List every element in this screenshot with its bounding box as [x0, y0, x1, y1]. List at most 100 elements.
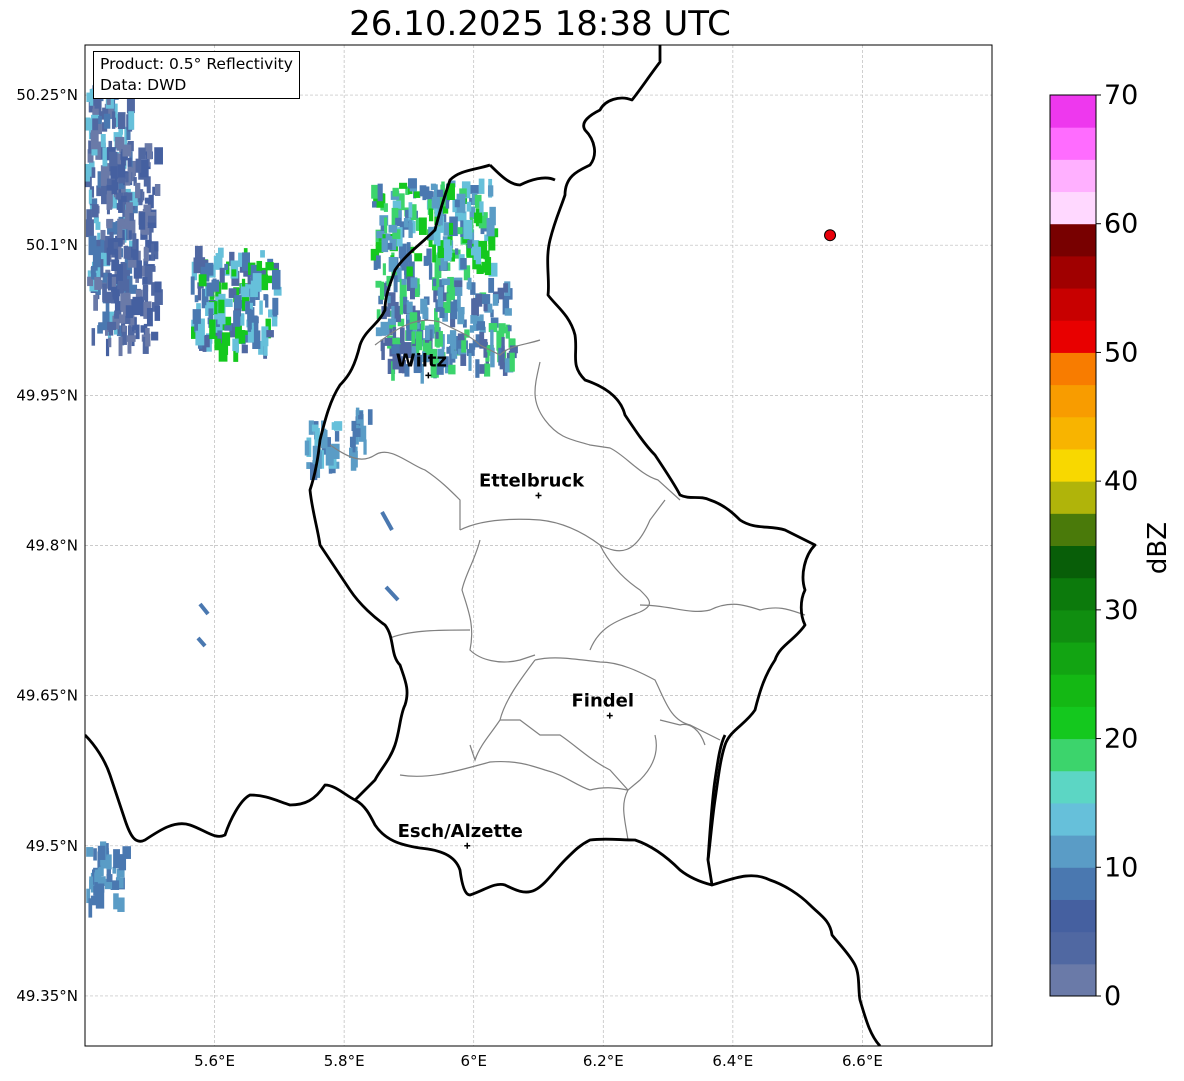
echo-cell — [121, 195, 127, 202]
echo-cell — [375, 327, 382, 337]
echo-cell — [479, 364, 485, 374]
echo-cell — [392, 337, 401, 345]
echo-cell — [86, 847, 94, 857]
echo-cell — [106, 194, 113, 210]
echo-cell — [116, 264, 123, 281]
echo-cell — [412, 221, 416, 234]
echo-cell — [203, 334, 210, 348]
echo-cell — [237, 260, 243, 267]
echo-cell — [86, 209, 92, 223]
echo-cell — [443, 239, 451, 248]
echo-cell — [331, 422, 340, 430]
echo-cell — [91, 328, 96, 346]
echo-cell — [93, 98, 102, 106]
echo-cell — [350, 452, 357, 471]
echo-cell — [154, 183, 161, 196]
echo-cell — [399, 182, 408, 189]
colorbar-segment — [1050, 674, 1096, 707]
lat-tick-label: 50.1°N — [26, 236, 78, 254]
colorbar-tick-label: 20 — [1104, 724, 1138, 755]
echo-cell — [123, 279, 130, 291]
echo-cell — [195, 330, 205, 346]
colorbar-segment — [1050, 223, 1096, 257]
echo-cell — [98, 123, 102, 135]
echo-cell — [118, 177, 125, 184]
radar-site-marker[interactable] — [824, 229, 837, 242]
echo-cell — [88, 189, 92, 204]
echo-cell — [349, 436, 356, 448]
colorbar-tick-label: 10 — [1104, 852, 1138, 883]
echo-cell — [499, 354, 505, 370]
echo-cell — [102, 147, 108, 167]
echo-cell — [393, 275, 398, 293]
echo-cell — [260, 274, 269, 291]
echo-cell — [234, 295, 242, 309]
echo-cell — [387, 318, 396, 325]
colorbar-tick-label: 30 — [1104, 595, 1138, 626]
echo-cell — [116, 203, 121, 210]
echo-cell — [441, 278, 450, 286]
echo-cell — [107, 292, 113, 299]
echo-cell — [475, 246, 482, 265]
echo-cell — [100, 134, 106, 148]
echo-cell — [399, 327, 405, 344]
echo-cell — [472, 297, 479, 316]
colorbar-segment — [1050, 770, 1096, 804]
lon-tick-label: 5.6°E — [194, 1052, 235, 1070]
echo-cell — [193, 257, 201, 274]
echo-cell — [425, 186, 430, 200]
echo-cell — [119, 314, 126, 324]
echo-cell — [263, 294, 268, 301]
echo-cell — [205, 305, 209, 317]
colorbar-tick-label: 60 — [1104, 209, 1138, 240]
echo-cell — [197, 284, 202, 301]
echo-cell — [419, 217, 427, 235]
echo-cell — [271, 316, 278, 327]
echo-cell — [94, 216, 99, 224]
colorbar-segment — [1050, 255, 1096, 289]
echo-cell — [151, 243, 155, 261]
echo-cell — [432, 244, 436, 263]
echo-cell — [102, 860, 108, 868]
echo-cell — [132, 233, 137, 250]
colorbar-segment — [1050, 191, 1096, 225]
echo-cell — [443, 245, 452, 262]
echo-cell — [128, 111, 135, 130]
echo-cell — [151, 331, 159, 341]
echo-cell — [387, 242, 393, 250]
colorbar-segment — [1050, 867, 1096, 900]
echo-cell — [334, 431, 340, 442]
lat-tick-label: 50.25°N — [16, 86, 78, 104]
echo-cell — [487, 185, 494, 197]
echo-cell — [93, 294, 98, 311]
echo-cell — [470, 185, 479, 194]
precipitation-echoes — [85, 85, 518, 918]
radar-map[interactable]: Wiltz Ettelbruck Findel Esch/Alzette 5.6°E 5… — [0, 0, 1184, 1081]
echo-cell — [97, 325, 103, 334]
echo-cell — [351, 420, 357, 431]
echo-cell — [231, 269, 237, 277]
lat-tick-label: 49.5°N — [26, 837, 78, 855]
lat-tick-label: 49.95°N — [16, 386, 78, 404]
echo-cell — [97, 845, 106, 860]
echo-cell — [206, 282, 214, 297]
echo-cell — [120, 219, 125, 226]
lon-tick-label: 6.6°E — [842, 1052, 883, 1070]
echo-cell — [108, 337, 112, 348]
colorbar-segment — [1050, 416, 1096, 450]
colorbar: 0 10 20 30 40 50 60 70 — [1049, 80, 1138, 1012]
echo-cell — [122, 325, 126, 332]
echo-cell — [377, 183, 383, 202]
echo-cell — [96, 883, 105, 893]
echo-cell — [376, 255, 381, 269]
echo-cell — [91, 204, 99, 218]
echo-cell — [475, 359, 480, 378]
colorbar-tick-label: 0 — [1104, 981, 1121, 1012]
echo-cell — [89, 879, 93, 890]
echo-cell — [127, 157, 132, 167]
echo-cell — [232, 338, 239, 352]
echo-cell — [154, 305, 161, 321]
echo-cell — [148, 215, 156, 223]
echo-cell — [117, 112, 126, 130]
echo-streak — [196, 636, 207, 648]
